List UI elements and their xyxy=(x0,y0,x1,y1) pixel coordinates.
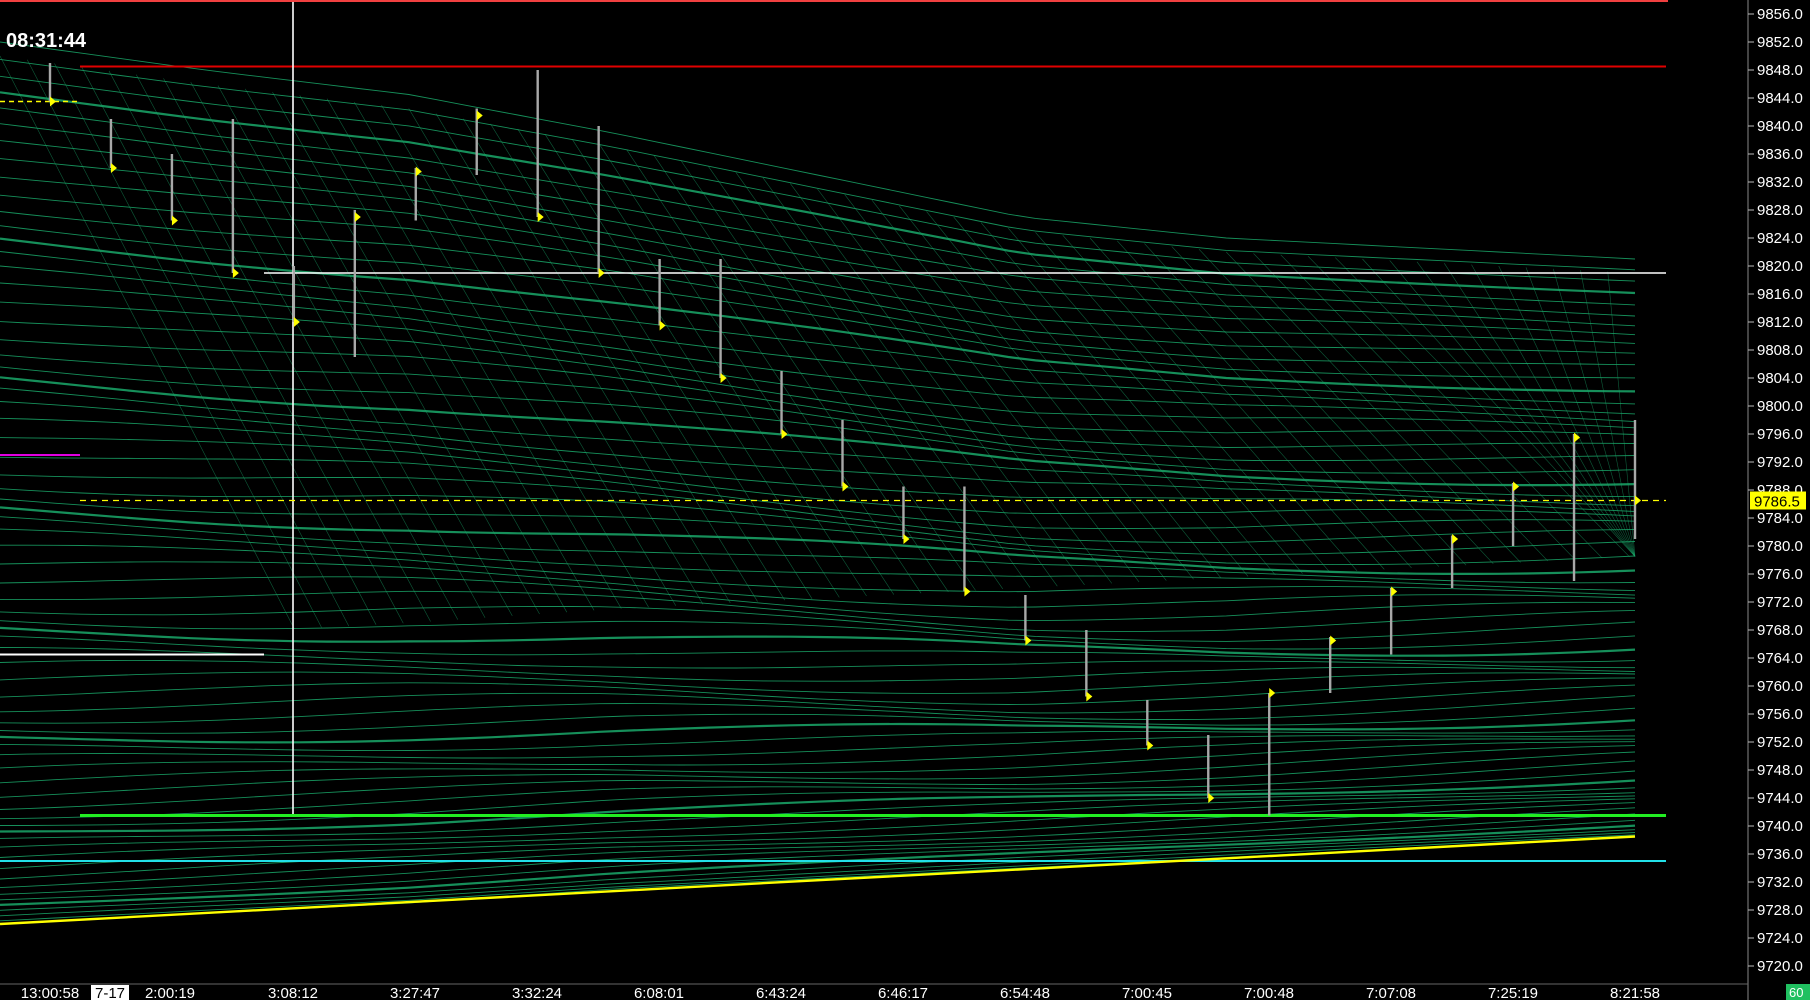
price-tick-label: 9760.0 xyxy=(1757,678,1803,695)
price-tick-label: 9808.0 xyxy=(1757,342,1803,359)
price-tick-label: 9800.0 xyxy=(1757,398,1803,415)
price-tick-label: 9812.0 xyxy=(1757,314,1803,331)
price-tick-label: 9784.0 xyxy=(1757,510,1803,527)
price-tick-label: 9848.0 xyxy=(1757,62,1803,79)
price-tick-label: 9852.0 xyxy=(1757,34,1803,51)
time-tick-label: 3:08:12 xyxy=(268,985,318,1000)
time-tick-label: 7:00:48 xyxy=(1244,985,1294,1000)
time-tick-label: 6:46:17 xyxy=(878,985,928,1000)
price-tick-label: 9780.0 xyxy=(1757,538,1803,555)
time-tick-label: 7:00:45 xyxy=(1122,985,1172,1000)
price-tick-label: 9764.0 xyxy=(1757,650,1803,667)
last-price-label: 9786.5 xyxy=(1754,494,1800,511)
corner-badge-label: 60 xyxy=(1789,985,1803,1000)
price-axis[interactable]: 9856.0 9852.0 9848.0 9844.0 9840.0 9836.0 9832… xyxy=(1747,0,1810,1000)
price-tick-label: 9824.0 xyxy=(1757,230,1803,247)
price-tick-label: 9776.0 xyxy=(1757,566,1803,583)
time-tick-label: 6:54:48 xyxy=(1000,985,1050,1000)
time-tick-label: 3:32:24 xyxy=(512,985,562,1000)
price-tick-label: 9836.0 xyxy=(1757,146,1803,163)
price-tick-label: 9768.0 xyxy=(1757,622,1803,639)
time-tick-label: 6:08:01 xyxy=(634,985,684,1000)
price-tick-label: 9736.0 xyxy=(1757,846,1803,863)
price-tick-label: 9728.0 xyxy=(1757,902,1803,919)
price-tick-label: 9820.0 xyxy=(1757,258,1803,275)
price-tick-label: 9720.0 xyxy=(1757,958,1803,975)
price-chart[interactable]: 9856.0 9852.0 9848.0 9844.0 9840.0 9836.0 9832… xyxy=(0,0,1810,1000)
price-tick-label: 9796.0 xyxy=(1757,426,1803,443)
price-tick-label: 9748.0 xyxy=(1757,762,1803,779)
price-tick-label: 9724.0 xyxy=(1757,930,1803,947)
time-tick-label: 2:00:19 xyxy=(145,985,195,1000)
time-tick-label: 6:43:24 xyxy=(756,985,806,1000)
price-tick-label: 9804.0 xyxy=(1757,370,1803,387)
price-tick-label: 9744.0 xyxy=(1757,790,1803,807)
price-tick-label: 9816.0 xyxy=(1757,286,1803,303)
price-tick-label: 9828.0 xyxy=(1757,202,1803,219)
price-tick-label: 9772.0 xyxy=(1757,594,1803,611)
price-tick-label: 9792.0 xyxy=(1757,454,1803,471)
date-marker-label: 7-17 xyxy=(95,985,125,1000)
price-tick-label: 9756.0 xyxy=(1757,706,1803,723)
price-tick-label: 9752.0 xyxy=(1757,734,1803,751)
price-tick-label: 9856.0 xyxy=(1757,6,1803,23)
price-tick-label: 9832.0 xyxy=(1757,174,1803,191)
price-tick-label: 9732.0 xyxy=(1757,874,1803,891)
time-tick-label: 13:00:58 xyxy=(21,985,79,1000)
time-tick-label: 8:21:58 xyxy=(1610,985,1660,1000)
time-tick-label: 3:27:47 xyxy=(390,985,440,1000)
time-tick-label: 7:25:19 xyxy=(1488,985,1538,1000)
price-tick-label: 9840.0 xyxy=(1757,118,1803,135)
price-tick-label: 9740.0 xyxy=(1757,818,1803,835)
price-tick-label: 9844.0 xyxy=(1757,90,1803,107)
clock-display: 08:31:44 xyxy=(6,30,87,52)
time-tick-label: 7:07:08 xyxy=(1366,985,1416,1000)
